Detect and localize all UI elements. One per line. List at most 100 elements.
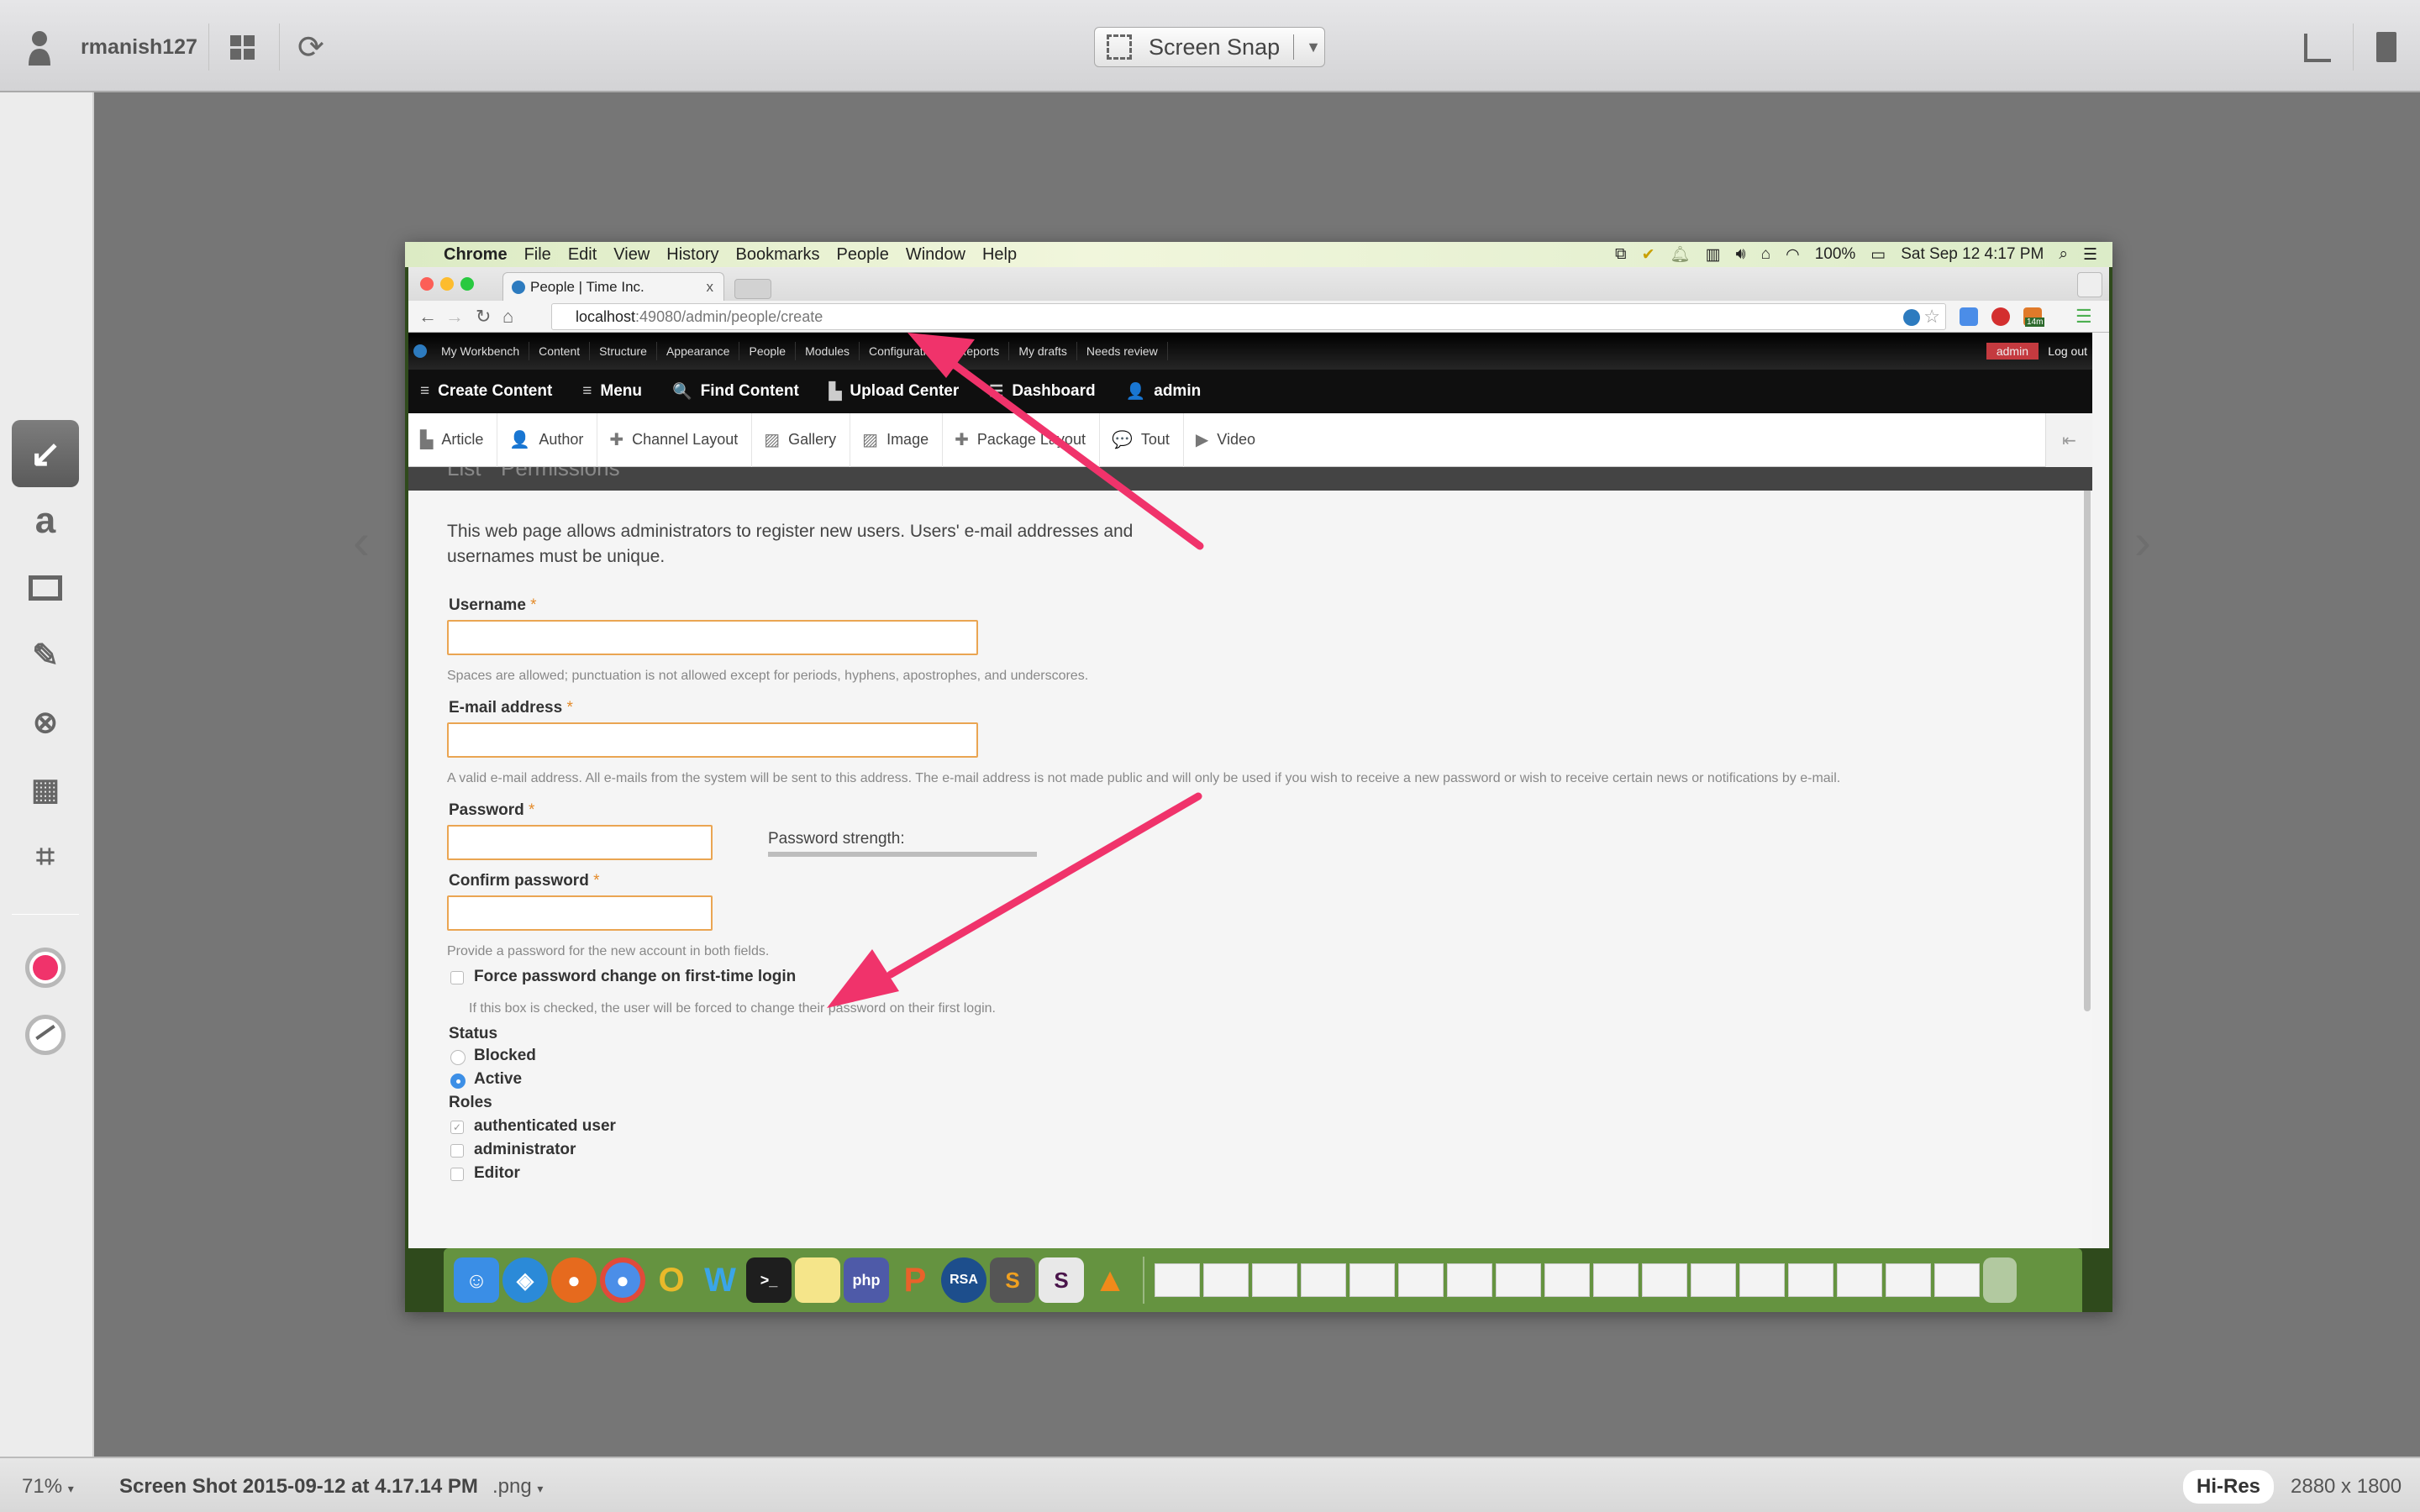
status-blocked-label[interactable]: Blocked bbox=[474, 1047, 536, 1065]
shortcut-find-content[interactable]: 🔍 Find Content bbox=[672, 381, 799, 402]
dock-rsa-icon[interactable]: RSA bbox=[941, 1257, 986, 1303]
menu-item[interactable]: Bookmarks bbox=[736, 245, 820, 265]
address-bar[interactable]: localhost:49080/admin/people/create ☆ bbox=[551, 303, 1946, 330]
pixelate-tool[interactable]: ▦ bbox=[12, 756, 79, 823]
highlighter-tool[interactable]: ✎ bbox=[12, 622, 79, 689]
stroke-width-picker[interactable] bbox=[25, 1015, 66, 1055]
drupal-icon[interactable] bbox=[413, 344, 427, 358]
content-type-package-layout[interactable]: ✚ Package Layout bbox=[943, 412, 1100, 467]
screen-snap-button[interactable]: Screen Snap ▼ bbox=[1094, 27, 1325, 67]
admin-menu-item[interactable]: Structure bbox=[590, 342, 657, 360]
adblock-extension-icon[interactable] bbox=[1991, 307, 2010, 326]
menu-item[interactable]: File bbox=[524, 245, 551, 265]
dock-phpstorm-icon[interactable]: php bbox=[844, 1257, 889, 1303]
rectangle-tool[interactable] bbox=[12, 554, 79, 622]
admin-menu-item[interactable]: Appearance bbox=[657, 342, 740, 360]
chevron-down-icon[interactable]: ▼ bbox=[1306, 39, 1321, 56]
dock-minimized-window[interactable] bbox=[1886, 1263, 1931, 1297]
blur-tool[interactable]: ⊗ bbox=[12, 689, 79, 756]
dock-minimized-window[interactable] bbox=[1252, 1263, 1297, 1297]
admin-menu-item[interactable]: My drafts bbox=[1009, 342, 1077, 360]
admin-menu-item[interactable]: People bbox=[739, 342, 797, 360]
bell-icon[interactable]: 🔔︎ bbox=[1670, 244, 1691, 265]
status-active-radio[interactable] bbox=[450, 1074, 466, 1089]
arrow-tool[interactable]: ↙ bbox=[12, 420, 79, 487]
dock-minimized-window[interactable] bbox=[1301, 1263, 1346, 1297]
menu-item[interactable]: People bbox=[837, 245, 889, 265]
profile-icon[interactable] bbox=[2077, 272, 2102, 297]
content-type-video[interactable]: ▶ Video bbox=[1184, 413, 1269, 467]
hires-badge[interactable]: Hi-Res bbox=[2183, 1470, 2275, 1504]
dock-vlc-icon[interactable]: ▲ bbox=[1087, 1257, 1133, 1303]
shortcut-menu[interactable]: ≡ Menu bbox=[582, 382, 642, 401]
admin-menu-item[interactable]: Reports bbox=[949, 342, 1010, 360]
spotlight-icon[interactable]: ⌕ bbox=[2059, 245, 2068, 264]
admin-menu-item[interactable]: Needs review bbox=[1077, 342, 1168, 360]
page-scrollbar[interactable] bbox=[2082, 491, 2092, 1248]
dock-outlook-icon[interactable]: O bbox=[649, 1257, 694, 1303]
menu-item[interactable]: View bbox=[613, 245, 650, 265]
grid-icon[interactable] bbox=[230, 35, 255, 60]
admin-menu-item[interactable]: Configuration bbox=[860, 342, 950, 360]
shortcut-create-content[interactable]: ≡ Create Content bbox=[420, 382, 552, 401]
force-password-change-checkbox[interactable] bbox=[450, 971, 464, 984]
reload-icon[interactable]: ↻ bbox=[476, 306, 491, 328]
dock-firefox-icon[interactable]: ● bbox=[551, 1257, 597, 1303]
menu-item[interactable]: Edit bbox=[568, 245, 597, 265]
dock-minimized-window[interactable] bbox=[1642, 1263, 1687, 1297]
color-picker[interactable] bbox=[25, 948, 66, 988]
trash-icon[interactable] bbox=[2376, 32, 2396, 62]
dock-finder-icon[interactable]: ☺ bbox=[454, 1257, 499, 1303]
share-icon[interactable] bbox=[2304, 34, 2331, 62]
admin-menu-item[interactable]: My Workbench bbox=[432, 342, 530, 360]
notification-center-icon[interactable]: ☰ bbox=[2083, 245, 2097, 265]
shortcut-upload-center[interactable]: ▙ Upload Center bbox=[829, 382, 959, 402]
content-type-channel-layout[interactable]: ✚ Channel Layout bbox=[597, 412, 753, 467]
content-type-gallery[interactable]: ▨ Gallery bbox=[752, 412, 851, 467]
close-tab-icon[interactable]: x bbox=[707, 279, 714, 296]
minimize-window-icon[interactable] bbox=[440, 277, 454, 291]
menu-item[interactable]: History bbox=[666, 245, 718, 265]
sync-icon[interactable]: ⟳ bbox=[297, 32, 324, 64]
dock-minimized-window[interactable] bbox=[1934, 1263, 1980, 1297]
clock[interactable]: Sat Sep 12 4:17 PM bbox=[1901, 245, 2044, 264]
text-tool[interactable]: a bbox=[12, 487, 79, 554]
dock-minimized-window[interactable] bbox=[1691, 1263, 1736, 1297]
next-icon[interactable]: › bbox=[2134, 512, 2151, 570]
collapse-toolbar-icon[interactable]: ⇤ bbox=[2045, 413, 2092, 467]
shortcut-dashboard[interactable]: ☰ Dashboard bbox=[989, 382, 1095, 402]
dock-terminal-icon[interactable]: >_ bbox=[746, 1257, 792, 1303]
dock-minimized-window[interactable] bbox=[1837, 1263, 1882, 1297]
password-input[interactable] bbox=[447, 825, 713, 860]
username-label[interactable]: rmanish127 bbox=[81, 35, 197, 60]
crop-tool[interactable]: ⌗ bbox=[12, 823, 79, 890]
menu-item[interactable]: Window bbox=[906, 245, 965, 265]
role-editor-checkbox[interactable] bbox=[450, 1168, 464, 1181]
chrome-menu-icon[interactable]: ☰ bbox=[2075, 306, 2092, 328]
zoom-level-dropdown[interactable]: 71% ▾ bbox=[22, 1475, 74, 1499]
previous-icon[interactable]: ‹ bbox=[353, 512, 370, 570]
dock-pages-icon[interactable]: P bbox=[892, 1257, 938, 1303]
dock-word-icon[interactable]: W bbox=[697, 1257, 743, 1303]
dock-minimized-window[interactable] bbox=[1788, 1263, 1833, 1297]
dock-slack-icon[interactable]: S bbox=[1039, 1257, 1084, 1303]
announce-extension-icon[interactable] bbox=[1960, 307, 1978, 326]
force-password-change-label[interactable]: Force password change on first-time logi… bbox=[474, 968, 796, 986]
dock-minimized-window[interactable] bbox=[1496, 1263, 1541, 1297]
dock-sublime-icon[interactable]: S bbox=[990, 1257, 1035, 1303]
sync-status-icon[interactable]: ⧉ bbox=[1615, 245, 1627, 264]
content-type-author[interactable]: 👤 Author bbox=[497, 412, 598, 467]
close-window-icon[interactable] bbox=[420, 277, 434, 291]
zoom-window-icon[interactable] bbox=[460, 277, 474, 291]
dock-minimized-window[interactable] bbox=[1349, 1263, 1395, 1297]
memory-icon[interactable]: ▥ bbox=[1706, 245, 1721, 265]
email-input[interactable] bbox=[447, 722, 978, 758]
home-icon[interactable]: ⌂ bbox=[1761, 245, 1770, 264]
dock-minimized-window[interactable] bbox=[1739, 1263, 1785, 1297]
dock-notes-icon[interactable] bbox=[795, 1257, 840, 1303]
user-icon[interactable] bbox=[25, 30, 54, 66]
dock-minimized-window[interactable] bbox=[1203, 1263, 1249, 1297]
filename[interactable]: Screen Shot 2015-09-12 at 4.17.14 PM bbox=[119, 1475, 478, 1499]
norton-icon[interactable]: ✔ bbox=[1642, 245, 1655, 265]
status-blocked-radio[interactable] bbox=[450, 1050, 466, 1065]
